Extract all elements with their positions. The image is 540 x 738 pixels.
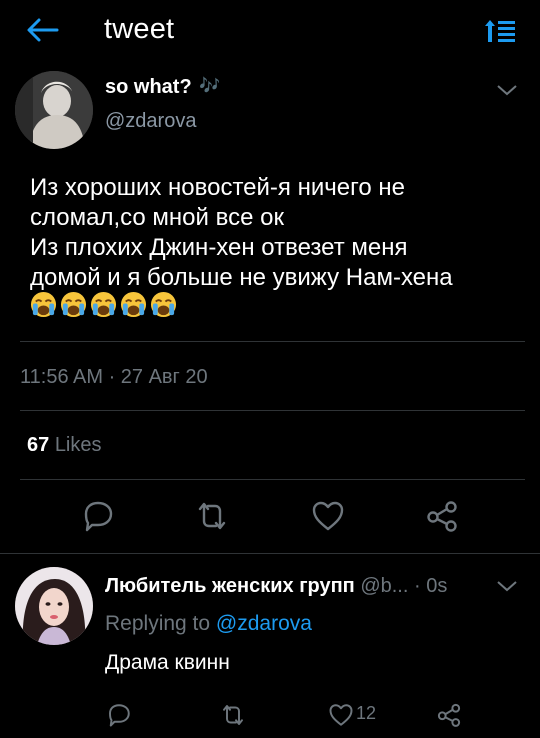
- replying-to: Replying to @zdarova: [105, 612, 312, 636]
- reply-meta: @b... · 0s: [360, 575, 448, 597]
- tweet-text: Из хороших новостей-я ничего не сломал,с…: [30, 173, 520, 293]
- avatar[interactable]: [15, 71, 93, 149]
- like-icon[interactable]: [326, 700, 356, 730]
- loudly-crying-face-icon: [30, 291, 57, 318]
- tweet-line: Из плохих Джин-хен отвезет меня: [30, 234, 408, 261]
- divider: [20, 341, 525, 342]
- emoji-row: [30, 291, 177, 321]
- divider: [20, 410, 525, 411]
- like-icon[interactable]: [308, 496, 348, 536]
- music-notes-icon: 🎶: [199, 76, 221, 95]
- author-name[interactable]: so what?: [105, 76, 192, 99]
- reply-text: Драма квинн: [105, 651, 230, 674]
- sort-icon[interactable]: [484, 17, 518, 45]
- top-bar: tweet: [0, 0, 540, 62]
- tweet-line: Из хороших новостей-я ничего не: [30, 174, 405, 201]
- tweet-timestamp[interactable]: 11:56 AM · 27 Авг 20: [20, 366, 208, 389]
- retweet-icon[interactable]: [218, 700, 248, 730]
- likes-stat[interactable]: 67 Likes: [27, 434, 102, 457]
- reply-header: Любитель женских групп @b... · 0s: [105, 575, 447, 598]
- reply-avatar-photo: [15, 567, 93, 645]
- likes-label: Likes: [54, 434, 102, 456]
- loudly-crying-face-icon: [120, 291, 147, 318]
- divider: [0, 553, 540, 554]
- likes-count: 67: [27, 434, 50, 456]
- tweet-line: домой и я больше не увижу Нам-хена: [30, 264, 453, 291]
- loudly-crying-face-icon: [90, 291, 117, 318]
- arrow-left-icon[interactable]: [24, 14, 60, 46]
- retweet-icon[interactable]: [192, 496, 232, 536]
- page-title: tweet: [104, 13, 175, 45]
- share-icon[interactable]: [434, 700, 464, 730]
- reply-icon[interactable]: [78, 496, 118, 536]
- chevron-down-icon[interactable]: [496, 578, 518, 594]
- replying-prefix: Replying to: [105, 612, 211, 635]
- loudly-crying-face-icon: [60, 291, 87, 318]
- reply-icon[interactable]: [104, 700, 134, 730]
- tweet-line: сломал,со мной все ок: [30, 204, 284, 231]
- avatar-photo: [15, 71, 93, 149]
- loudly-crying-face-icon: [150, 291, 177, 318]
- reply-like-count: 12: [356, 703, 377, 723]
- author-handle[interactable]: @zdarova: [105, 110, 196, 133]
- share-icon[interactable]: [422, 496, 462, 536]
- reply-avatar[interactable]: [15, 567, 93, 645]
- chevron-down-icon[interactable]: [496, 82, 518, 98]
- divider: [20, 479, 525, 480]
- replying-to-handle[interactable]: @zdarova: [216, 612, 312, 635]
- reply-author-name[interactable]: Любитель женских групп: [105, 575, 355, 597]
